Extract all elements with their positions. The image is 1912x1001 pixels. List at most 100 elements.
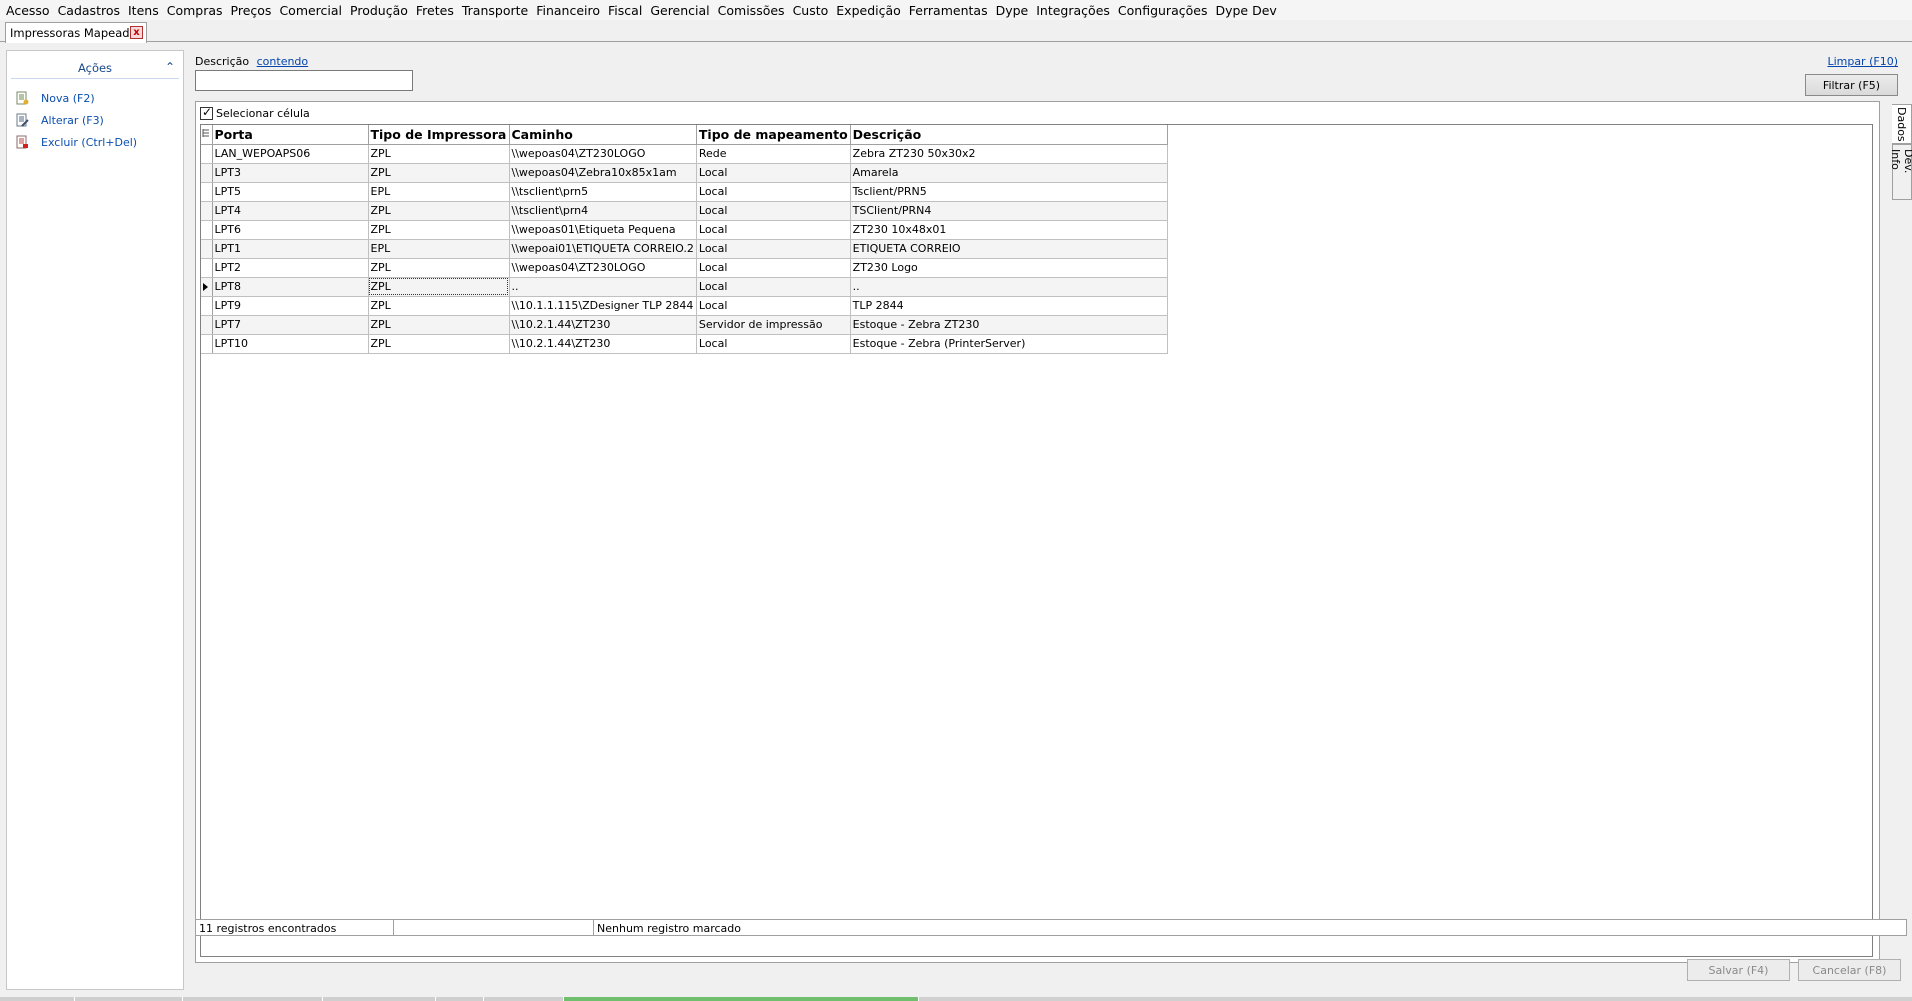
- menu-acesso[interactable]: Acesso: [6, 3, 58, 18]
- menu-precos[interactable]: Preços: [231, 3, 280, 18]
- row-indicator[interactable]: [201, 296, 213, 316]
- column-header[interactable]: Porta: [212, 125, 369, 145]
- table-cell[interactable]: TLP 2844: [850, 296, 1168, 316]
- menu-integracoes[interactable]: Integrações: [1036, 3, 1118, 18]
- table-row[interactable]: LPT8 ZPL.. Local..: [201, 277, 1168, 297]
- menu-gerencial[interactable]: Gerencial: [650, 3, 717, 18]
- table-cell[interactable]: ZPL: [368, 220, 510, 240]
- table-cell[interactable]: Local: [696, 277, 851, 297]
- table-cell[interactable]: LPT6: [212, 220, 369, 240]
- row-indicator[interactable]: [201, 315, 213, 335]
- menu-fretes[interactable]: Fretes: [416, 3, 462, 18]
- table-cell[interactable]: ..: [509, 277, 697, 297]
- row-indicator-header[interactable]: [201, 125, 213, 145]
- table-cell[interactable]: LPT4: [212, 201, 369, 221]
- table-row[interactable]: LPT10 ZPL \\10.2.1.44\ZT230 Local Estoque - …: [201, 334, 1168, 354]
- table-cell[interactable]: LPT9: [212, 296, 369, 316]
- menu-expedicao[interactable]: Expedição: [836, 3, 909, 18]
- table-cell[interactable]: ZT230 Logo: [850, 258, 1168, 278]
- menu-comercial[interactable]: Comercial: [279, 3, 350, 18]
- cancel-button[interactable]: Cancelar (F8): [1798, 959, 1901, 981]
- row-indicator[interactable]: [201, 239, 213, 259]
- row-indicator[interactable]: [201, 258, 213, 278]
- table-cell[interactable]: ..: [850, 277, 1168, 297]
- table-cell[interactable]: ZPL: [368, 144, 510, 164]
- taskbar-item[interactable]: [75, 997, 183, 1001]
- printers-grid[interactable]: Porta Tipo de Impressora Caminho Tipo de ma…: [200, 124, 1873, 957]
- table-cell[interactable]: Rede: [696, 144, 851, 164]
- table-cell[interactable]: LPT8: [212, 277, 369, 297]
- table-cell[interactable]: \\tsclient\prn4: [509, 201, 697, 221]
- table-row[interactable]: LPT3 ZPL \\wepoas04\Zebra10x85x1am Local Ama…: [201, 163, 1168, 183]
- table-cell[interactable]: TSClient/PRN4: [850, 201, 1168, 221]
- table-cell[interactable]: Estoque - Zebra ZT230: [850, 315, 1168, 335]
- actions-panel-header[interactable]: Ações ⌃: [11, 57, 179, 79]
- menu-dype-dev[interactable]: Dype Dev: [1215, 3, 1284, 18]
- tab-dev-info[interactable]: Dev. Info: [1889, 144, 1912, 200]
- table-cell[interactable]: EPL: [368, 182, 510, 202]
- table-cell[interactable]: ETIQUETA CORREIO: [850, 239, 1168, 259]
- chevron-up-icon[interactable]: ⌃: [165, 60, 175, 74]
- table-cell[interactable]: ZPL: [368, 163, 510, 183]
- row-indicator[interactable]: [201, 163, 213, 183]
- table-cell[interactable]: \\wepoas04\ZT230LOGO: [509, 144, 697, 164]
- menu-producao[interactable]: Produção: [350, 3, 416, 18]
- table-cell[interactable]: ZPL: [368, 277, 510, 297]
- taskbar-item-active[interactable]: [564, 997, 919, 1001]
- table-cell[interactable]: Local: [696, 296, 851, 316]
- menu-configuracoes[interactable]: Configurações: [1118, 3, 1216, 18]
- table-cell[interactable]: LPT5: [212, 182, 369, 202]
- row-indicator[interactable]: [201, 277, 213, 297]
- table-cell[interactable]: Zebra ZT230 50x30x2: [850, 144, 1168, 164]
- tab-dados[interactable]: Dados: [1892, 104, 1912, 144]
- menu-fiscal[interactable]: Fiscal: [608, 3, 650, 18]
- table-cell[interactable]: ZPL: [368, 258, 510, 278]
- table-cell[interactable]: Local: [696, 334, 851, 354]
- table-cell[interactable]: EPL: [368, 239, 510, 259]
- row-indicator[interactable]: [201, 144, 213, 164]
- filter-button[interactable]: Filtrar (F5): [1805, 74, 1898, 96]
- table-row[interactable]: LPT9 ZPL \\10.1.1.115\ZDesigner TLP 2844 Lo…: [201, 296, 1168, 316]
- table-row[interactable]: LPT5 EPL \\tsclient\prn5 Local Tsclient/PRN5: [201, 182, 1168, 202]
- menu-cadastros[interactable]: Cadastros: [58, 3, 128, 18]
- taskbar-item[interactable]: [183, 997, 323, 1001]
- table-row[interactable]: LPT2 ZPL \\wepoas04\ZT230LOGO Local ZT230 Lo…: [201, 258, 1168, 278]
- taskbar-item[interactable]: [0, 997, 75, 1001]
- new-button[interactable]: Nova (F2): [7, 87, 183, 109]
- description-filter-input[interactable]: [195, 70, 413, 91]
- select-cell-checkbox[interactable]: [200, 105, 213, 120]
- table-row[interactable]: LPT1 EPL \\wepoai01\ETIQUETA CORREIO.2 Loca…: [201, 239, 1168, 259]
- menu-financeiro[interactable]: Financeiro: [536, 3, 608, 18]
- menu-itens[interactable]: Itens: [128, 3, 167, 18]
- menu-custo[interactable]: Custo: [793, 3, 837, 18]
- menu-compras[interactable]: Compras: [167, 3, 231, 18]
- close-tab-icon[interactable]: x: [130, 26, 143, 39]
- table-cell[interactable]: Local: [696, 163, 851, 183]
- table-cell[interactable]: Servidor de impressão: [696, 315, 851, 335]
- table-cell[interactable]: \\wepoas04\Zebra10x85x1am: [509, 163, 697, 183]
- table-cell[interactable]: LPT1: [212, 239, 369, 259]
- menu-transporte[interactable]: Transporte: [462, 3, 536, 18]
- table-cell[interactable]: Local: [696, 201, 851, 221]
- table-cell[interactable]: \\10.2.1.44\ZT230: [509, 334, 697, 354]
- table-cell[interactable]: LPT2: [212, 258, 369, 278]
- row-indicator[interactable]: [201, 182, 213, 202]
- table-cell[interactable]: LPT3: [212, 163, 369, 183]
- table-cell[interactable]: LAN_WEPOAPS06: [212, 144, 369, 164]
- delete-button[interactable]: Excluir (Ctrl+Del): [7, 131, 183, 153]
- table-cell[interactable]: Amarela: [850, 163, 1168, 183]
- tab-impressoras-mapeadas[interactable]: Impressoras Mapeadas x: [5, 22, 147, 43]
- table-row[interactable]: LPT6 ZPL \\wepoas01\Etiqueta Pequena Local Z…: [201, 220, 1168, 240]
- table-row[interactable]: LAN_WEPOAPS06 ZPL \\wepoas04\ZT230LOGO Rede…: [201, 144, 1168, 164]
- table-cell[interactable]: LPT7: [212, 315, 369, 335]
- table-cell[interactable]: \\10.2.1.44\ZT230: [509, 315, 697, 335]
- row-indicator[interactable]: [201, 201, 213, 221]
- clear-filter-link[interactable]: Limpar (F10): [1827, 55, 1898, 68]
- table-cell[interactable]: Local: [696, 220, 851, 240]
- edit-button[interactable]: Alterar (F3): [7, 109, 183, 131]
- table-cell[interactable]: \\tsclient\prn5: [509, 182, 697, 202]
- table-cell[interactable]: Local: [696, 182, 851, 202]
- menu-ferramentas[interactable]: Ferramentas: [909, 3, 996, 18]
- table-cell[interactable]: \\10.1.1.115\ZDesigner TLP 2844: [509, 296, 697, 316]
- row-indicator[interactable]: [201, 220, 213, 240]
